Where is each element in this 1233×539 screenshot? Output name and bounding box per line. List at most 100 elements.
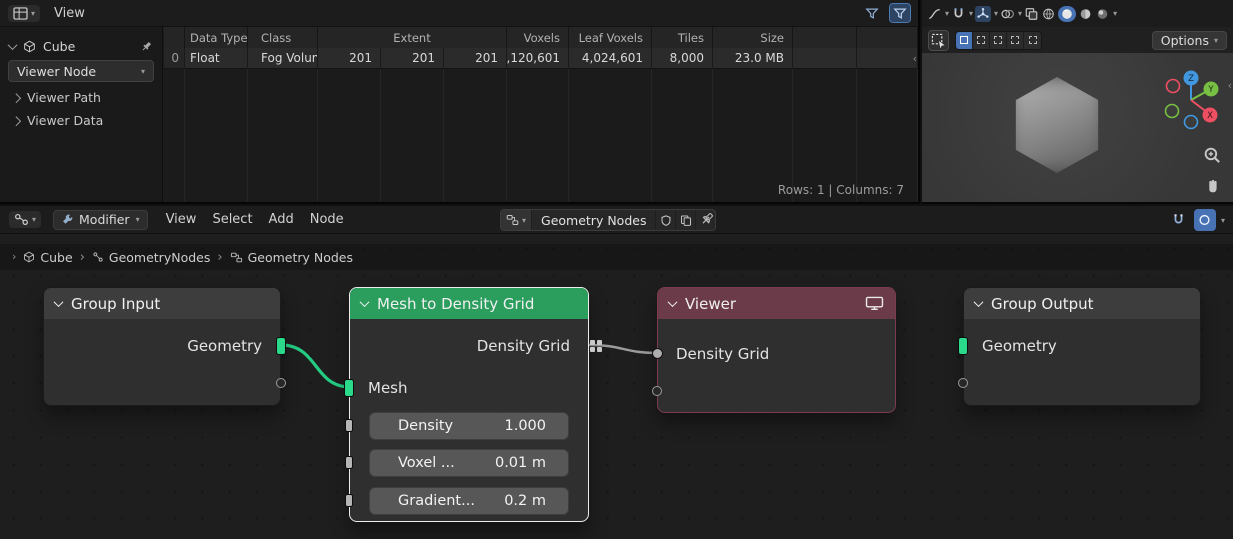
col-header-index	[164, 27, 185, 48]
node-header[interactable]: Mesh to Density Grid	[350, 288, 588, 319]
node-viewer[interactable]: Viewer Density Grid	[657, 287, 896, 413]
node-group-output[interactable]: Group Output Geometry	[963, 287, 1201, 406]
socket-mesh-input[interactable]	[344, 379, 354, 397]
node-canvas[interactable]: › Cube › GeometryNodes ›	[0, 235, 1233, 539]
mode-dropdown[interactable]: Modifier ▾	[53, 210, 148, 230]
expand-chevron-icon[interactable]	[11, 116, 21, 126]
chevron-down-icon[interactable]: ▾	[945, 9, 949, 18]
editor-type-dropdown[interactable]: ▾	[9, 211, 41, 228]
socket-density-input[interactable]	[345, 419, 353, 432]
region-toggle-icon[interactable]: ›	[12, 252, 16, 262]
shading-material-icon[interactable]	[1078, 7, 1093, 21]
chevron-down-icon[interactable]: ▾	[1113, 9, 1117, 18]
node-group-input[interactable]: Group Input Geometry	[43, 287, 281, 406]
pin-icon[interactable]	[700, 211, 715, 226]
overlays-toggle-icon[interactable]	[1000, 7, 1015, 21]
options-button[interactable]: Options ▾	[1152, 31, 1227, 50]
collapse-chevron-icon[interactable]	[54, 297, 64, 307]
menu-node[interactable]: Node	[304, 210, 350, 229]
select-mode-extend[interactable]	[973, 32, 990, 49]
volume-cube-object[interactable]	[1008, 77, 1106, 173]
proportional-editing-icon[interactable]	[927, 7, 942, 21]
select-mode-subtract[interactable]	[990, 32, 1007, 49]
socket-virtual[interactable]	[958, 378, 968, 388]
chevron-down-icon[interactable]: ▾	[969, 9, 973, 18]
collapse-chevron-icon[interactable]	[360, 297, 370, 307]
field-label: Gradient...	[398, 493, 475, 509]
shading-solid-button[interactable]	[1058, 6, 1076, 22]
spreadsheet-sidebar: Cube Viewer Node ▾ Viewer Path Viewer Da…	[0, 27, 163, 202]
node-mesh-to-density-grid[interactable]: Mesh to Density Grid Density Grid Mesh D…	[349, 287, 589, 522]
snapping-magnet-icon[interactable]	[951, 7, 966, 21]
socket-density-grid-output[interactable]	[590, 340, 595, 345]
zoom-icon[interactable]	[1203, 146, 1222, 165]
socket-gradient-input[interactable]	[345, 494, 353, 507]
field-voxel-size[interactable]: Voxel ... 0.01 m	[369, 449, 569, 477]
duplicate-data-icon[interactable]	[675, 210, 695, 230]
select-mode-intersect[interactable]	[1024, 32, 1041, 49]
blender-window: ▾ View Cube Viewer	[0, 0, 1233, 539]
breadcrumb-modifier[interactable]: GeometryNodes	[92, 250, 210, 265]
cell-voxels: 8,120,601	[507, 48, 569, 68]
browse-node-tree-button[interactable]: ▾	[501, 210, 532, 230]
breadcrumb-node-tree[interactable]: Geometry Nodes	[230, 250, 353, 265]
snapping-magnet-icon[interactable]	[1168, 209, 1190, 231]
pin-icon[interactable]	[140, 40, 153, 53]
collapse-chevron-icon[interactable]	[974, 297, 984, 307]
breadcrumb-label: Cube	[40, 250, 72, 265]
chevron-down-icon: ▾	[522, 216, 526, 225]
socket-voxel-size-input[interactable]	[345, 456, 353, 469]
col-header-voxels: Voxels	[507, 27, 569, 48]
select-mode-set[interactable]	[956, 32, 973, 49]
menu-select[interactable]: Select	[206, 210, 258, 229]
table-row: 0 Float Fog Volume 201 201 201 8,120,601…	[164, 48, 918, 69]
fake-user-shield-icon[interactable]	[655, 210, 675, 230]
chevron-down-icon[interactable]: ▾	[994, 9, 998, 18]
filter-toggle-icon[interactable]	[890, 4, 910, 22]
shading-wireframe-icon[interactable]	[1041, 7, 1056, 21]
node-header[interactable]: Viewer	[658, 288, 895, 319]
socket-geometry-input[interactable]	[958, 337, 968, 355]
select-mode-invert[interactable]	[1007, 32, 1024, 49]
col-header-class: Class	[248, 27, 318, 48]
breadcrumb-object[interactable]: Cube	[23, 250, 72, 265]
filter-rows-icon[interactable]	[862, 4, 882, 22]
field-density[interactable]: Density 1.000	[369, 412, 569, 440]
menu-view[interactable]: View	[48, 4, 91, 23]
node-header[interactable]: Group Output	[964, 288, 1200, 319]
viewport-canvas[interactable]: Z Y X ‹	[922, 53, 1233, 202]
row-column-count-status: Rows: 1 | Columns: 7	[778, 183, 904, 197]
chevron-down-icon[interactable]: ▾	[1221, 216, 1225, 225]
expand-chevron-icon[interactable]	[11, 93, 21, 103]
field-gradient[interactable]: Gradient... 0.2 m	[369, 487, 569, 515]
socket-virtual[interactable]	[652, 386, 662, 396]
viewer-node-select[interactable]: Viewer Node ▾	[8, 60, 154, 82]
node-tree-name[interactable]: Geometry Nodes	[532, 213, 655, 228]
sidebar-section-viewer-data[interactable]: Viewer Data	[0, 109, 162, 132]
region-toggle-icon[interactable]: ‹	[1228, 81, 1232, 91]
viewport-toolbar: Options ▾	[922, 27, 1233, 53]
shading-rendered-icon[interactable]	[1095, 7, 1110, 21]
cell-class: Fog Volume	[248, 48, 318, 68]
overlays-toggle-icon[interactable]	[1194, 209, 1216, 231]
active-tool-box-select-icon[interactable]	[928, 30, 949, 51]
region-toggle-icon[interactable]: ‹	[913, 54, 917, 64]
xray-toggle-icon[interactable]	[1024, 7, 1039, 21]
wire-geometry	[281, 345, 350, 387]
gizmo-toggle-icon[interactable]	[975, 6, 991, 22]
editor-type-dropdown[interactable]: ▾	[8, 5, 40, 22]
menu-add[interactable]: Add	[263, 210, 300, 229]
menu-view[interactable]: View	[160, 210, 203, 229]
pan-hand-icon[interactable]	[1204, 177, 1222, 195]
collapse-chevron-icon[interactable]	[668, 297, 678, 307]
sidebar-object-row[interactable]: Cube	[0, 34, 162, 58]
node-editor-header-right: ▾	[1168, 209, 1225, 231]
socket-geometry-output[interactable]	[276, 337, 286, 355]
node-header[interactable]: Group Input	[44, 288, 280, 319]
sidebar-section-viewer-path[interactable]: Viewer Path	[0, 86, 162, 109]
socket-density-grid-input[interactable]	[652, 348, 663, 359]
chevron-down-icon[interactable]: ▾	[1018, 9, 1022, 18]
navigation-gizmo[interactable]: Z Y X	[1158, 67, 1224, 133]
collapse-chevron-icon[interactable]	[8, 40, 18, 50]
socket-virtual[interactable]	[276, 378, 286, 388]
